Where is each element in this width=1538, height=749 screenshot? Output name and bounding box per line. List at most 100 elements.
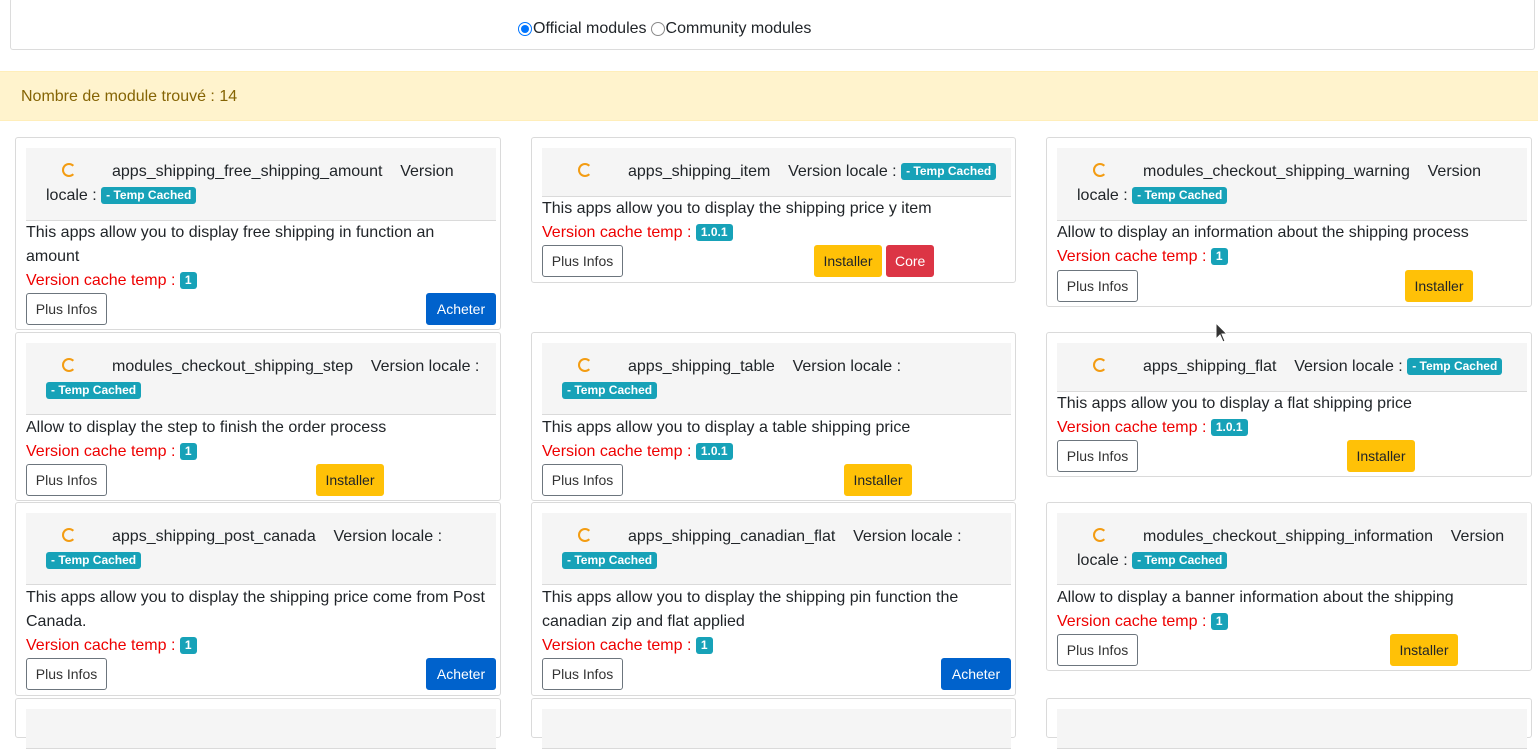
module-description: This apps allow you to display the shipp… — [26, 589, 485, 630]
installer-button[interactable]: Installer — [1390, 634, 1458, 666]
module-source-radio-group: Official modules Community modules — [516, 20, 811, 38]
official-modules-radio[interactable] — [518, 22, 532, 36]
version-cache-label: Version cache temp : — [542, 443, 692, 460]
temp-cached-badge: - Temp Cached — [562, 382, 658, 399]
core-button[interactable]: Core — [886, 245, 934, 277]
version-cache-row: Version cache temp : 1 — [1057, 610, 1228, 634]
module-name: apps_shipping_item — [628, 163, 771, 180]
version-locale-label: Version — [1427, 163, 1481, 180]
module-count-text: Nombre de module trouvé : 14 — [21, 88, 238, 105]
module-card: modules_checkout_shipping_step Version l… — [15, 332, 501, 501]
module-description: Allow to display a banner information ab… — [1057, 589, 1454, 606]
cache-version-badge: 1 — [1210, 613, 1228, 630]
acheter-button[interactable]: Acheter — [426, 293, 496, 325]
module-card: apps_shipping_item Version locale : - Te… — [531, 137, 1016, 283]
version-cache-row: Version cache temp : 1 — [542, 634, 713, 658]
module-card-header: apps_shipping_flat Version locale : - Te… — [1057, 343, 1527, 392]
community-modules-label[interactable]: Community modules — [666, 20, 812, 38]
module-card-header: modules_checkout_shipping_warning Versio… — [1057, 148, 1527, 221]
module-description: This apps allow you to display free ship… — [26, 224, 435, 265]
module-count-alert: Nombre de module trouvé : 14 — [0, 71, 1538, 121]
module-card: apps_shipping_post_canada Version locale… — [15, 502, 501, 696]
module-card-header: apps_shipping_free_shipping_amount Versi… — [26, 148, 496, 221]
cache-version-badge: 1 — [179, 637, 197, 654]
module-name: apps_shipping_canadian_flat — [628, 528, 836, 545]
module-logo-icon — [62, 163, 76, 177]
installer-button[interactable]: Installer — [1347, 440, 1415, 472]
installer-button[interactable]: Installer — [814, 245, 882, 277]
version-locale-label: locale : — [46, 187, 97, 204]
plus-infos-button[interactable]: Plus Infos — [1057, 634, 1138, 666]
temp-cached-badge: - Temp Cached — [562, 552, 658, 569]
temp-cached-badge: - Temp Cached — [101, 187, 197, 204]
module-name: apps_shipping_flat — [1143, 358, 1277, 375]
installer-button[interactable]: Installer — [844, 464, 912, 496]
module-description: This apps allow you to display the shipp… — [542, 200, 932, 217]
version-cache-label: Version cache temp : — [1057, 419, 1207, 436]
acheter-button[interactable]: Acheter — [426, 658, 496, 690]
module-name: modules_checkout_shipping_information — [1143, 528, 1433, 545]
version-cache-row: Version cache temp : 1.0.1 — [1057, 416, 1248, 440]
module-card-header: modules_checkout_shipping_step Version l… — [26, 343, 496, 415]
version-cache-row: Version cache temp : 1.0.1 — [542, 221, 733, 245]
temp-cached-badge: - Temp Cached — [46, 382, 142, 399]
version-locale-label: Version — [400, 163, 454, 180]
temp-cached-badge: - Temp Cached — [901, 163, 997, 180]
module-name: modules_checkout_shipping_warning — [1143, 163, 1410, 180]
module-card-header — [26, 709, 496, 749]
community-modules-radio[interactable] — [650, 22, 665, 36]
module-card: modules_checkout_shipping_information Ve… — [1046, 502, 1532, 671]
module-logo-icon — [578, 163, 592, 177]
plus-infos-button[interactable]: Plus Infos — [26, 293, 107, 325]
module-name: apps_shipping_table — [628, 358, 775, 375]
plus-infos-button[interactable]: Plus Infos — [1057, 440, 1138, 472]
version-cache-row: Version cache temp : 1.0.1 — [542, 440, 733, 464]
temp-cached-badge: - Temp Cached — [1407, 358, 1503, 375]
module-description: This apps allow you to display a flat sh… — [1057, 395, 1412, 412]
plus-infos-button[interactable]: Plus Infos — [1057, 270, 1138, 302]
module-logo-icon — [62, 528, 76, 542]
module-card: apps_shipping_table Version locale : - T… — [531, 332, 1016, 501]
version-cache-label: Version cache temp : — [26, 443, 176, 460]
temp-cached-badge: - Temp Cached — [46, 552, 142, 569]
plus-infos-button[interactable]: Plus Infos — [26, 464, 107, 496]
module-card — [15, 698, 501, 749]
module-card: apps_shipping_free_shipping_amount Versi… — [15, 137, 501, 330]
cache-version-badge: 1 — [695, 637, 713, 654]
module-name: apps_shipping_free_shipping_amount — [112, 163, 383, 180]
version-cache-label: Version cache temp : — [542, 224, 692, 241]
module-logo-icon — [578, 528, 592, 542]
module-card-header: apps_shipping_item Version locale : - Te… — [542, 148, 1011, 197]
version-cache-label: Version cache temp : — [1057, 613, 1207, 630]
installer-button[interactable]: Installer — [316, 464, 384, 496]
version-cache-row: Version cache temp : 1 — [26, 440, 197, 464]
version-cache-label: Version cache temp : — [26, 272, 176, 289]
version-locale-label: Version locale : — [788, 163, 897, 180]
mouse-cursor-icon — [1215, 322, 1229, 343]
module-description: Allow to display the step to finish the … — [26, 419, 387, 436]
module-card-header — [542, 709, 1011, 749]
module-description: This apps allow you to display a table s… — [542, 419, 911, 436]
module-name: apps_shipping_post_canada — [112, 528, 316, 545]
cache-version-badge: 1 — [179, 272, 197, 289]
version-locale-label: Version locale : — [792, 358, 902, 375]
version-cache-row: Version cache temp : 1 — [26, 634, 197, 658]
module-logo-icon — [1093, 358, 1107, 372]
module-logo-icon — [62, 358, 76, 372]
plus-infos-button[interactable]: Plus Infos — [542, 658, 623, 690]
temp-cached-badge: - Temp Cached — [1132, 187, 1228, 204]
version-cache-row: Version cache temp : 1 — [26, 269, 197, 293]
acheter-button[interactable]: Acheter — [941, 658, 1011, 690]
temp-cached-badge: - Temp Cached — [1132, 552, 1228, 569]
installer-button[interactable]: Installer — [1405, 270, 1473, 302]
module-card-header: modules_checkout_shipping_information Ve… — [1057, 513, 1527, 585]
module-card: apps_shipping_canadian_flat Version loca… — [531, 502, 1016, 696]
plus-infos-button[interactable]: Plus Infos — [542, 464, 623, 496]
version-locale-label: Version — [1450, 528, 1505, 545]
module-card: apps_shipping_flat Version locale : - Te… — [1046, 332, 1532, 477]
version-locale-label: Version locale : — [333, 528, 443, 545]
module-card — [1046, 698, 1532, 749]
plus-infos-button[interactable]: Plus Infos — [26, 658, 107, 690]
plus-infos-button[interactable]: Plus Infos — [542, 245, 623, 277]
official-modules-label[interactable]: Official modules — [533, 20, 647, 38]
